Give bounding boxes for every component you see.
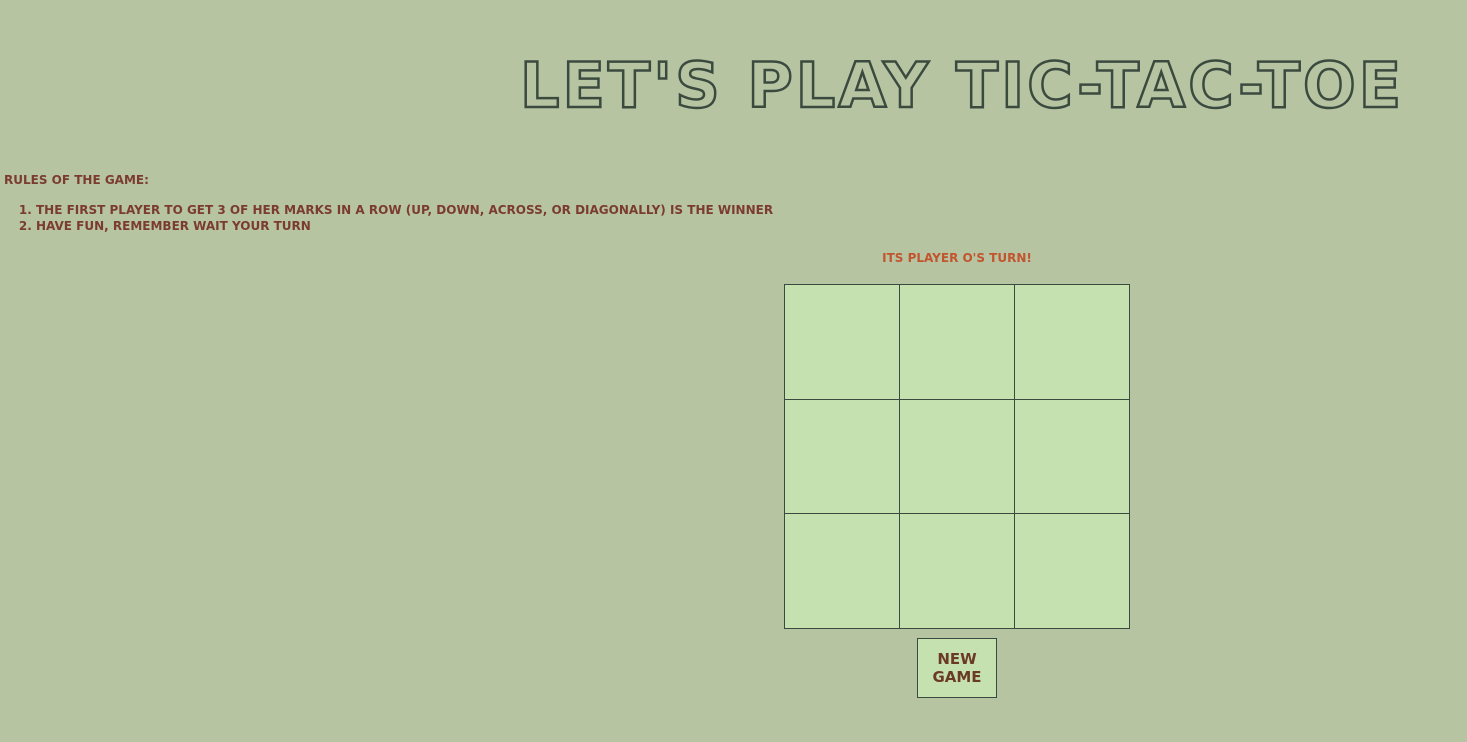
rules-list: The first player to get 3 of her marks i… (4, 202, 773, 234)
board-cell-9[interactable] (1015, 514, 1129, 628)
board-cell-3[interactable] (1015, 285, 1129, 399)
rules-heading: Rules of the game: (4, 173, 149, 187)
new-game-button[interactable]: New Game (917, 638, 997, 698)
rules-section: Rules of the game: The first player to g… (4, 173, 773, 234)
board-cell-4[interactable] (785, 399, 899, 514)
board-cell-1[interactable] (785, 285, 899, 399)
board-cell-5[interactable] (900, 399, 1014, 514)
board-cell-6[interactable] (1015, 399, 1129, 514)
rule-item: The first player to get 3 of her marks i… (36, 202, 773, 218)
turn-status: Its player O's turn! (882, 251, 1032, 265)
board-cell-2[interactable] (900, 285, 1014, 399)
rule-item: Have fun, remember wait your turn (36, 218, 773, 234)
board-cell-7[interactable] (785, 514, 899, 628)
game-board (784, 284, 1130, 629)
page-title: Let's Play Tic-Tac-Toe (519, 48, 1405, 124)
board-cell-8[interactable] (900, 514, 1014, 628)
